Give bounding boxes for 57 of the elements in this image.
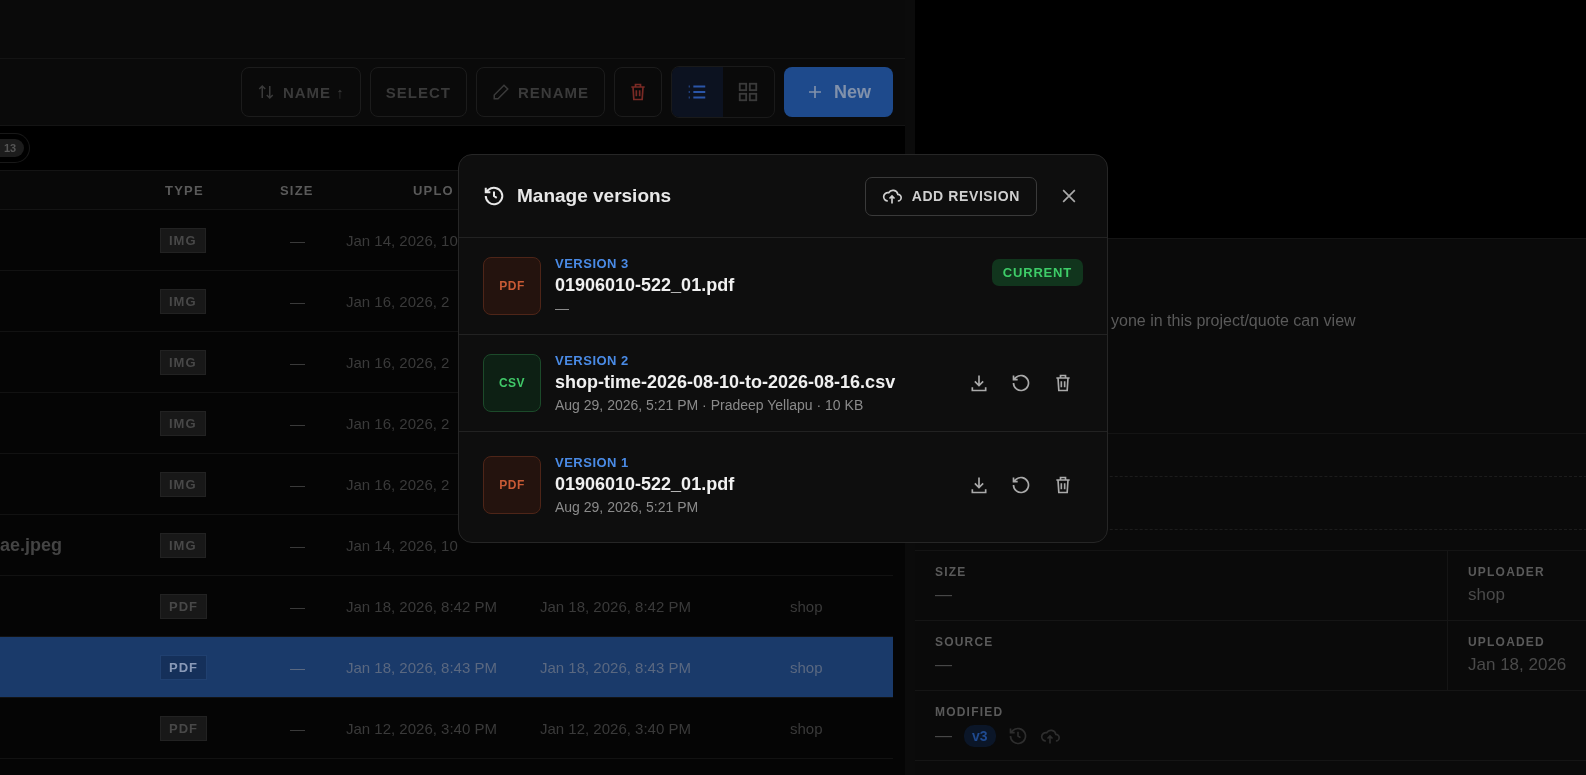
field-label: UPLOADED bbox=[1468, 635, 1546, 649]
version-label: VERSION 1 bbox=[555, 454, 630, 470]
field-value: Jan 18, 2026 bbox=[1468, 655, 1567, 675]
table-cell: — bbox=[290, 414, 305, 432]
table-cell: — bbox=[290, 719, 305, 737]
field-label: SIZE bbox=[935, 565, 968, 579]
trash-icon[interactable] bbox=[1053, 474, 1073, 495]
plus-icon bbox=[806, 83, 824, 101]
dialog-title: Manage versions bbox=[517, 185, 672, 207]
table-cell: — bbox=[290, 231, 305, 249]
trash-icon[interactable] bbox=[1053, 373, 1073, 393]
file-name: 01906010-522_01.pdf bbox=[555, 473, 735, 495]
field-value: — bbox=[935, 726, 952, 746]
version-meta: Aug 29, 2026, 5:21 PM · Pradeep Yellapu · 10 KB bbox=[555, 397, 865, 413]
table-row[interactable]: PDF — Jan 18, 2026, 8:43 PM Jan 18, 2026, 8:43 PM shop bbox=[0, 637, 893, 698]
new-button[interactable]: New bbox=[784, 67, 893, 117]
restore-icon[interactable] bbox=[1011, 373, 1031, 393]
add-revision-button[interactable]: ADD REVISION bbox=[864, 176, 1037, 216]
trash-icon bbox=[628, 82, 648, 102]
access-note: yone in this project/quote can view bbox=[1111, 312, 1356, 330]
sort-icon bbox=[256, 83, 275, 101]
column-header: TYPE bbox=[164, 182, 205, 198]
file-type-icon: CSV bbox=[483, 354, 541, 412]
restore-icon[interactable] bbox=[1011, 474, 1031, 495]
table-cell: — bbox=[290, 597, 305, 615]
grid-icon bbox=[737, 81, 760, 103]
file-name: shop-time-2026-08-10-to-2026-08-16.csv bbox=[555, 372, 896, 393]
table-cell: — bbox=[290, 292, 305, 310]
table-cell: — bbox=[290, 658, 305, 676]
version-badge[interactable]: v3 bbox=[964, 725, 996, 747]
column-header: UPLO bbox=[413, 182, 454, 198]
table-cell: — bbox=[290, 475, 305, 493]
history-icon bbox=[483, 185, 505, 207]
table-cell: Jan 18, 2026, 8:43 PM bbox=[346, 658, 497, 676]
table-cell: Jan 18, 2026, 8:43 PM bbox=[540, 658, 691, 676]
file-type-icon: PDF bbox=[483, 455, 541, 514]
version-label: VERSION 3 bbox=[555, 256, 630, 271]
file-type-icon: PDF bbox=[483, 257, 541, 315]
type-tag: PDF bbox=[160, 654, 207, 680]
file-name: 01906010-522_01.pdf bbox=[555, 275, 735, 296]
table-cell: shop bbox=[790, 658, 823, 676]
field-label: SOURCE bbox=[935, 635, 995, 649]
download-icon[interactable] bbox=[969, 373, 989, 393]
field-label: UPLOADER bbox=[1468, 565, 1546, 579]
version-meta: Aug 29, 2026, 5:21 PM bbox=[555, 498, 700, 515]
column-header: SIZE bbox=[280, 182, 315, 198]
version-label: VERSION 2 bbox=[555, 353, 630, 368]
field-label: MODIFIED bbox=[935, 705, 1005, 719]
table-cell: — bbox=[290, 536, 305, 554]
field-value: shop bbox=[1468, 585, 1506, 605]
field-value: — bbox=[935, 585, 953, 605]
version-meta: — bbox=[555, 300, 570, 316]
pencil-icon bbox=[491, 83, 510, 101]
current-badge: CURRENT bbox=[991, 258, 1083, 286]
field-value: — bbox=[935, 655, 953, 675]
table-cell: — bbox=[290, 353, 305, 371]
file-name: ae.jpeg bbox=[0, 534, 63, 555]
